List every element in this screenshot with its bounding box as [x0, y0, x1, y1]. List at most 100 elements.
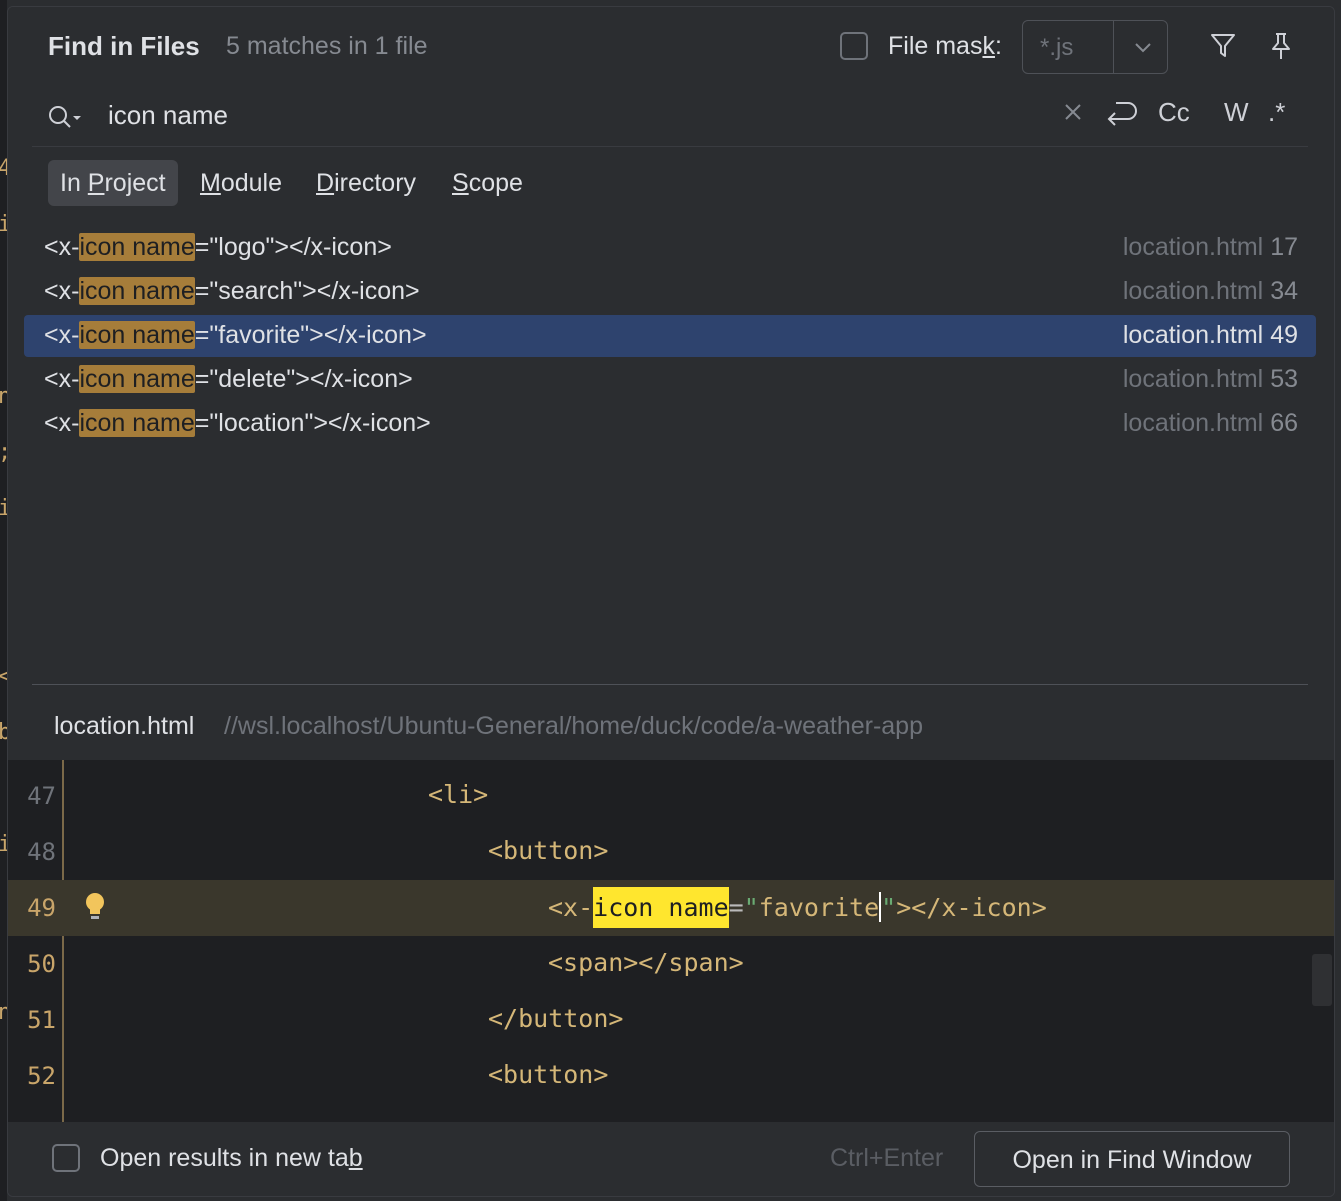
- splitter[interactable]: [32, 684, 1308, 685]
- code-line: 50 <span></span>: [8, 936, 1334, 992]
- result-text: <x-icon name="logo"></x-icon>: [44, 233, 392, 262]
- result-suffix: ="logo"></x-icon>: [194, 233, 392, 261]
- result-file: location.html: [1122, 277, 1264, 305]
- result-prefix: <x-: [44, 365, 80, 393]
- result-location: location.html 34: [1123, 277, 1298, 306]
- chevron-down-icon[interactable]: [1131, 35, 1155, 59]
- tab-mnemonic: P: [87, 169, 105, 197]
- code-text: <button>: [488, 836, 609, 865]
- result-text: <x-icon name="location"></x-icon>: [44, 409, 431, 438]
- tab-module[interactable]: Module: [188, 160, 294, 206]
- open-in-new-tab-checkbox[interactable]: [52, 1144, 80, 1172]
- tab-mnemonic: M: [200, 169, 221, 197]
- file-mask-label-text: File mas: [888, 32, 983, 60]
- file-mask-checkbox[interactable]: [840, 32, 868, 60]
- result-location: location.html 53: [1123, 365, 1298, 394]
- dialog-title: Find in Files: [48, 31, 200, 61]
- result-file: location.html: [1122, 365, 1264, 393]
- result-match: icon name: [79, 277, 195, 305]
- whole-words-toggle[interactable]: W: [1224, 97, 1249, 128]
- file-mask-combo[interactable]: *.js: [1022, 20, 1168, 74]
- tab-label: cope: [468, 169, 523, 197]
- dialog-header: Find in Files 5 matches in 1 file File m…: [8, 7, 1334, 83]
- regex-toggle[interactable]: .*: [1268, 97, 1285, 128]
- code-line: 47 <li>: [8, 768, 1334, 824]
- result-prefix: <x-: [44, 321, 80, 349]
- line-number: 52: [27, 1062, 56, 1090]
- open-in-new-tab-label[interactable]: Open results in new tab: [100, 1144, 363, 1173]
- result-row[interactable]: <x-icon name="delete"></x-icon> location…: [24, 359, 1316, 401]
- result-suffix: ="favorite"></x-icon>: [194, 321, 427, 349]
- code-line: 52 <button>: [8, 1048, 1334, 1104]
- scrollbar-thumb[interactable]: [1312, 954, 1332, 1006]
- tab-label: roject: [104, 169, 166, 197]
- result-line: 49: [1270, 321, 1298, 349]
- lightbulb-icon[interactable]: [82, 890, 108, 924]
- line-number: 47: [27, 782, 56, 810]
- result-file: location.html: [1122, 409, 1264, 437]
- match-count: 5 matches in 1 file: [226, 32, 428, 60]
- divider: [32, 146, 1308, 147]
- result-line: 17: [1270, 233, 1298, 261]
- tab-in-project[interactable]: In Project: [48, 160, 178, 206]
- tab-label: odule: [220, 169, 282, 197]
- editor-background-strip: 4 i n ; i < b i n: [0, 0, 11, 1201]
- result-location: location.html 49: [1123, 321, 1298, 350]
- tab-scope[interactable]: Scope: [440, 160, 535, 206]
- file-mask-label[interactable]: File mask:: [888, 32, 1002, 61]
- tab-mnemonic: S: [452, 169, 469, 197]
- code-line-current: 49 <x-icon name="favorite"></x-icon>: [8, 880, 1334, 936]
- match-case-toggle[interactable]: Cc: [1158, 97, 1190, 128]
- result-file: location.html: [1122, 321, 1264, 349]
- result-suffix: ="delete"></x-icon>: [194, 365, 413, 393]
- code-text: <button>: [488, 1060, 609, 1089]
- dialog-footer: Open results in new tab Ctrl+Enter Open …: [8, 1122, 1334, 1196]
- code-text: <li>: [428, 780, 489, 809]
- code-preview[interactable]: 47 <li> 48 <button> 49 <x-icon name="fav…: [8, 760, 1334, 1122]
- code-match-highlight: icon name: [593, 887, 729, 928]
- preview-file-path: //wsl.localhost/Ubuntu-General/home/duck…: [224, 712, 923, 740]
- result-row[interactable]: <x-icon name="logo"></x-icon> location.h…: [24, 227, 1316, 269]
- results-list: <x-icon name="logo"></x-icon> location.h…: [24, 221, 1316, 461]
- result-location: location.html 17: [1123, 233, 1298, 262]
- file-mask-colon: :: [994, 32, 1002, 60]
- code-text: <x-icon name="favorite"></x-icon>: [548, 887, 1047, 928]
- result-line: 66: [1270, 409, 1298, 437]
- file-mask-mnemonic: k: [982, 32, 995, 60]
- result-match: icon name: [79, 409, 195, 437]
- tab-mnemonic: D: [316, 169, 335, 197]
- clear-icon[interactable]: [1060, 99, 1086, 125]
- tab-label: irectory: [334, 169, 417, 197]
- result-prefix: <x-: [44, 233, 80, 261]
- result-match: icon name: [79, 233, 195, 261]
- open-new-tab-mnemonic: b: [348, 1144, 363, 1172]
- tab-directory[interactable]: Directory: [304, 160, 428, 206]
- code-text: <span></span>: [548, 948, 744, 977]
- code-quote: ": [881, 893, 897, 922]
- line-number: 49: [27, 894, 56, 922]
- tab-label: In: [60, 169, 88, 197]
- result-row[interactable]: <x-icon name="location"></x-icon> locati…: [24, 403, 1316, 445]
- result-line: 53: [1270, 365, 1298, 393]
- result-prefix: <x-: [44, 277, 80, 305]
- result-match: icon name: [79, 321, 195, 349]
- result-row-selected[interactable]: <x-icon name="favorite"></x-icon> locati…: [24, 315, 1316, 357]
- code-equals: =: [728, 893, 744, 922]
- result-suffix: ="location"></x-icon>: [194, 409, 431, 437]
- code-attr-value: favorite: [758, 893, 880, 922]
- search-input[interactable]: [108, 95, 1008, 135]
- shortcut-hint: Ctrl+Enter: [830, 1144, 944, 1172]
- pin-icon[interactable]: [1266, 31, 1296, 61]
- combo-separator: [1113, 21, 1114, 73]
- result-text: <x-icon name="delete"></x-icon>: [44, 365, 413, 394]
- filter-icon[interactable]: [1208, 31, 1238, 61]
- search-icon[interactable]: [46, 103, 84, 133]
- file-mask-value: *.js: [1040, 34, 1074, 61]
- open-in-find-window-button[interactable]: Open in Find Window: [974, 1131, 1290, 1187]
- preview-file-name: location.html: [54, 712, 195, 740]
- code-line: 51 </button>: [8, 992, 1334, 1048]
- result-text: <x-icon name="favorite"></x-icon>: [44, 321, 427, 350]
- result-row[interactable]: <x-icon name="search"></x-icon> location…: [24, 271, 1316, 313]
- line-number: 50: [27, 950, 56, 978]
- newline-icon[interactable]: [1102, 97, 1138, 129]
